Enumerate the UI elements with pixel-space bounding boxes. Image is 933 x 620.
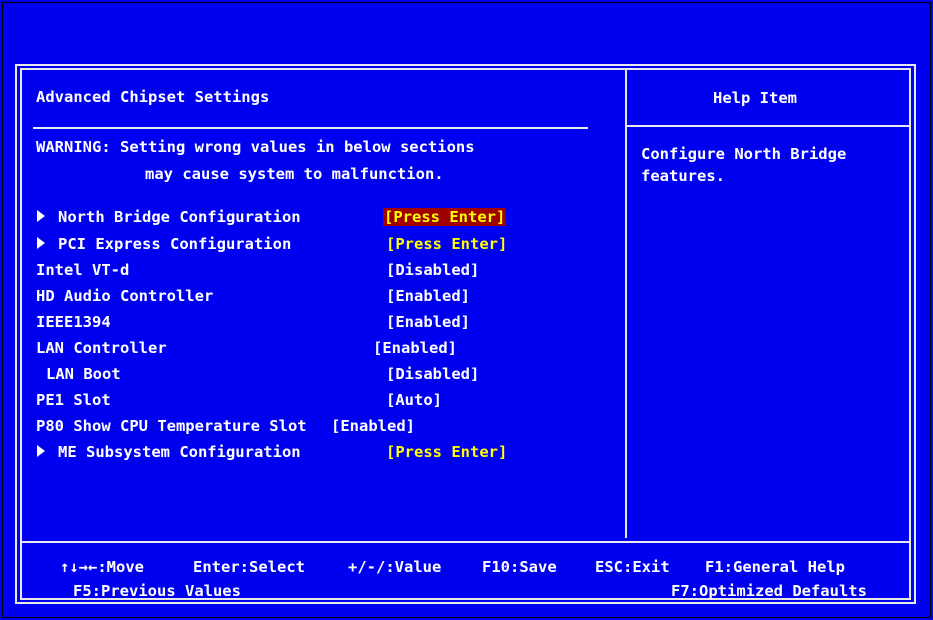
page-title: Advanced Chipset Settings xyxy=(36,88,270,106)
help-title-divider xyxy=(627,125,911,127)
setting-label: LAN Controller xyxy=(36,339,167,357)
setting-value-selected[interactable]: [Press Enter] xyxy=(383,208,507,226)
key-hint-previous-values: F5:Previous Values xyxy=(73,582,241,600)
key-hint-exit: ESC:Exit xyxy=(595,558,670,576)
key-hint-optimized-defaults: F7:Optimized Defaults xyxy=(671,582,867,600)
setting-label: PCI Express Configuration xyxy=(58,235,292,253)
submenu-arrow-icon xyxy=(37,210,45,222)
key-hint-move: ↑↓→←:Move xyxy=(60,558,144,576)
setting-value[interactable]: [Enabled] xyxy=(331,417,415,435)
setting-label: Intel VT-d xyxy=(36,261,130,279)
setting-value[interactable]: [Disabled] xyxy=(386,365,479,383)
setting-value[interactable]: [Press Enter] xyxy=(386,443,507,461)
help-title: Help Item xyxy=(713,89,797,107)
setting-label: IEEE1394 xyxy=(36,313,111,331)
setting-value[interactable]: [Disabled] xyxy=(386,261,479,279)
setting-value[interactable]: [Enabled] xyxy=(373,339,457,357)
submenu-arrow-icon xyxy=(37,237,45,249)
setting-value[interactable]: [Enabled] xyxy=(386,313,470,331)
help-text: Configure North Bridge xyxy=(641,145,847,163)
setting-value[interactable]: [Auto] xyxy=(386,391,442,409)
setting-label: North Bridge Configuration xyxy=(58,208,301,226)
setting-value[interactable]: [Enabled] xyxy=(386,287,470,305)
help-panel-divider xyxy=(625,68,627,538)
key-hint-select: Enter:Select xyxy=(193,558,305,576)
setting-label: PE1 Slot xyxy=(36,391,111,409)
setting-label: HD Audio Controller xyxy=(36,287,214,305)
key-hint-save: F10:Save xyxy=(482,558,557,576)
setting-value[interactable]: [Press Enter] xyxy=(386,235,507,253)
key-hint-general-help: F1:General Help xyxy=(705,558,845,576)
setting-label: ME Subsystem Configuration xyxy=(58,443,301,461)
setting-label: P80 Show CPU Temperature Slot xyxy=(36,417,307,435)
submenu-arrow-icon xyxy=(37,445,45,457)
footer-divider xyxy=(20,541,911,543)
title-underline xyxy=(33,127,588,129)
key-hint-value: +/-/:Value xyxy=(348,558,442,576)
warning-text-continued: may cause system to malfunction. xyxy=(145,165,444,183)
warning-text: WARNING: Setting wrong values in below s… xyxy=(36,138,475,156)
setting-label: LAN Boot xyxy=(46,365,121,383)
help-text-continued: features. xyxy=(641,167,725,185)
